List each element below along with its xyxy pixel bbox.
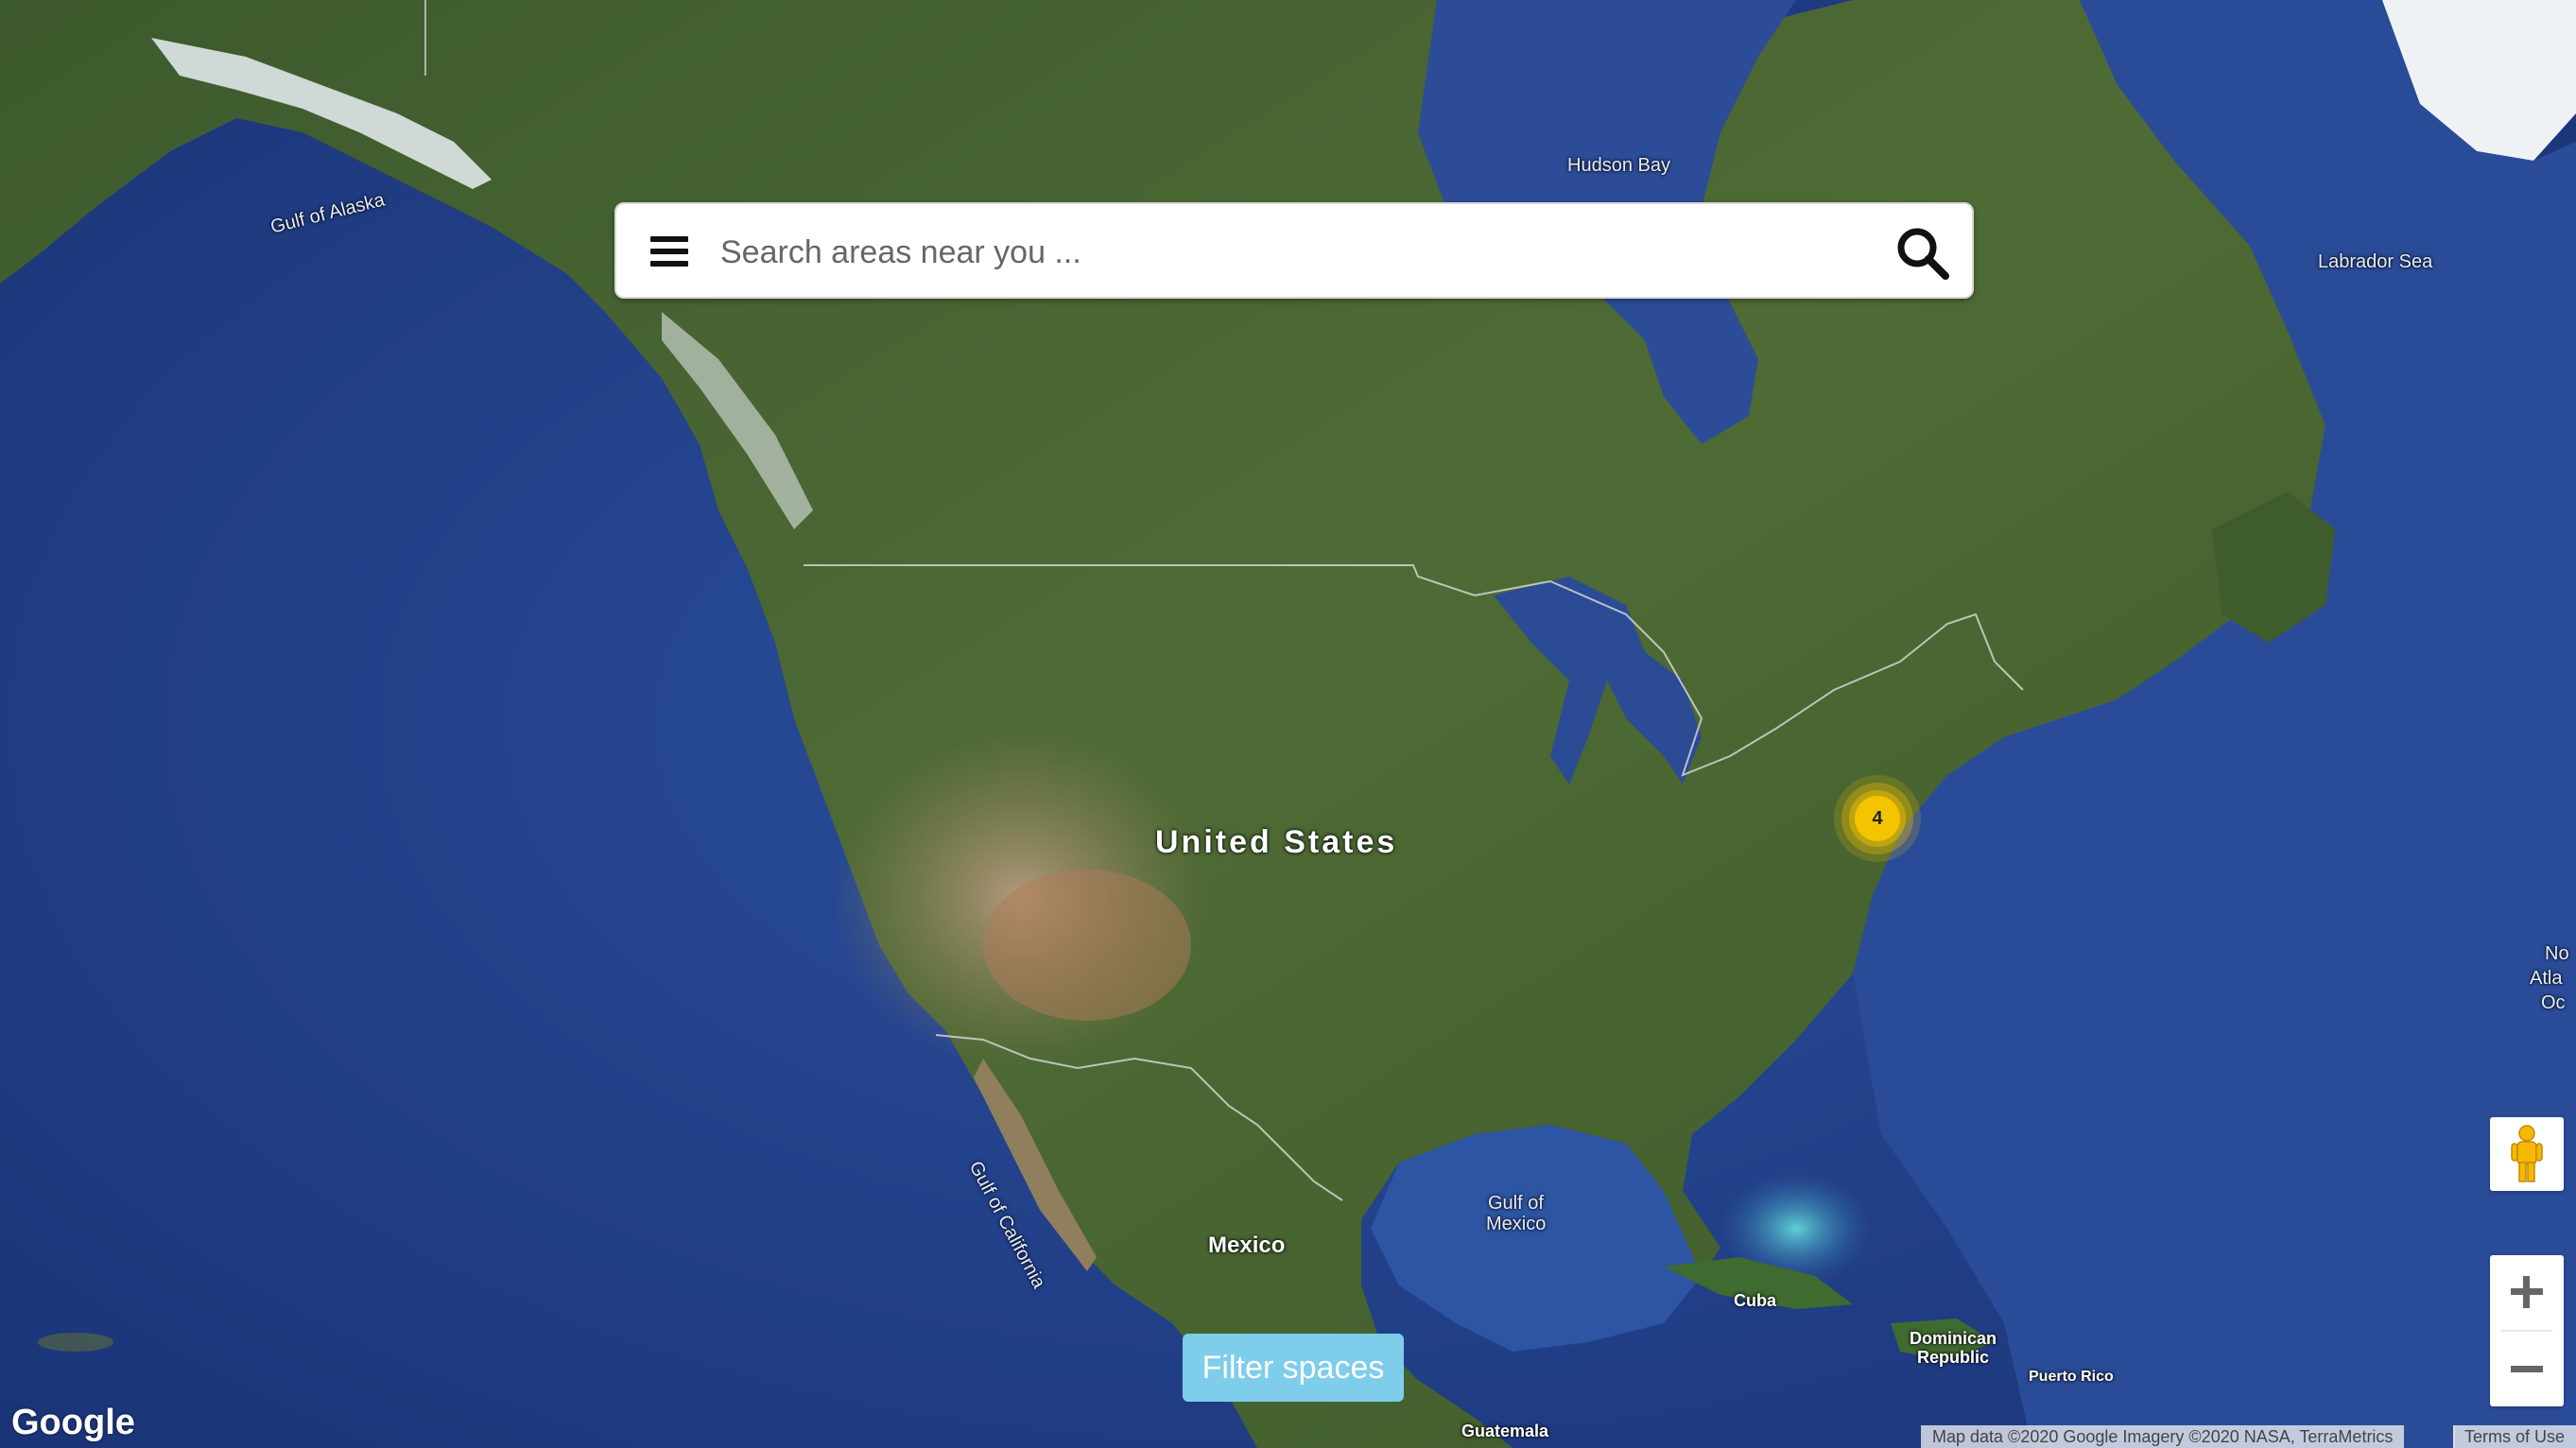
colorado-plateau [983, 870, 1191, 1021]
label-north-atlantic-3: Oc [2541, 992, 2566, 1013]
zoom-in-button[interactable] [2490, 1255, 2564, 1329]
label-cuba: Cuba [1734, 1291, 1776, 1310]
pegman-icon [2511, 1125, 2543, 1182]
street-view-pegman-button[interactable] [2490, 1117, 2564, 1191]
map-attribution: Map data ©2020 Google Imagery ©2020 NASA… [1921, 1425, 2405, 1448]
label-north-atlantic-2: Atla [2530, 968, 2563, 989]
label-dominican-line1: Dominican [1910, 1329, 1997, 1348]
cluster-marker[interactable]: 4 [1832, 773, 1923, 864]
label-puerto-rico: Puerto Rico [2029, 1369, 2114, 1385]
label-gulf-of-mexico-line1: Gulf of [1488, 1193, 1544, 1214]
zoom-out-button[interactable] [2490, 1333, 2564, 1406]
zoom-controls [2490, 1255, 2564, 1406]
label-guatemala: Guatemala [1461, 1422, 1549, 1440]
minus-icon [2511, 1366, 2543, 1372]
label-mexico: Mexico [1208, 1233, 1286, 1258]
plus-icon [2511, 1276, 2543, 1308]
hamburger-menu-icon[interactable] [650, 236, 688, 268]
label-dominican-line2: Republic [1917, 1348, 1990, 1367]
zoom-divider [2501, 1330, 2552, 1332]
label-hudson-bay: Hudson Bay [1567, 155, 1670, 176]
label-united-states: United States [1155, 824, 1398, 860]
search-input[interactable] [718, 225, 1809, 280]
cluster-count: 4 [1872, 808, 1883, 829]
search-bar [614, 202, 1974, 299]
label-north-atlantic-1: No [2545, 943, 2569, 964]
filter-spaces-button[interactable]: Filter spaces [1183, 1334, 1404, 1402]
google-logo[interactable]: Google [11, 1403, 135, 1443]
label-labrador-sea: Labrador Sea [2318, 251, 2433, 272]
hawaii [38, 1333, 113, 1352]
terms-of-use-link[interactable]: Terms of Use [2453, 1425, 2576, 1448]
search-icon[interactable] [1893, 223, 1953, 284]
label-gulf-of-mexico-line2: Mexico [1486, 1214, 1547, 1234]
